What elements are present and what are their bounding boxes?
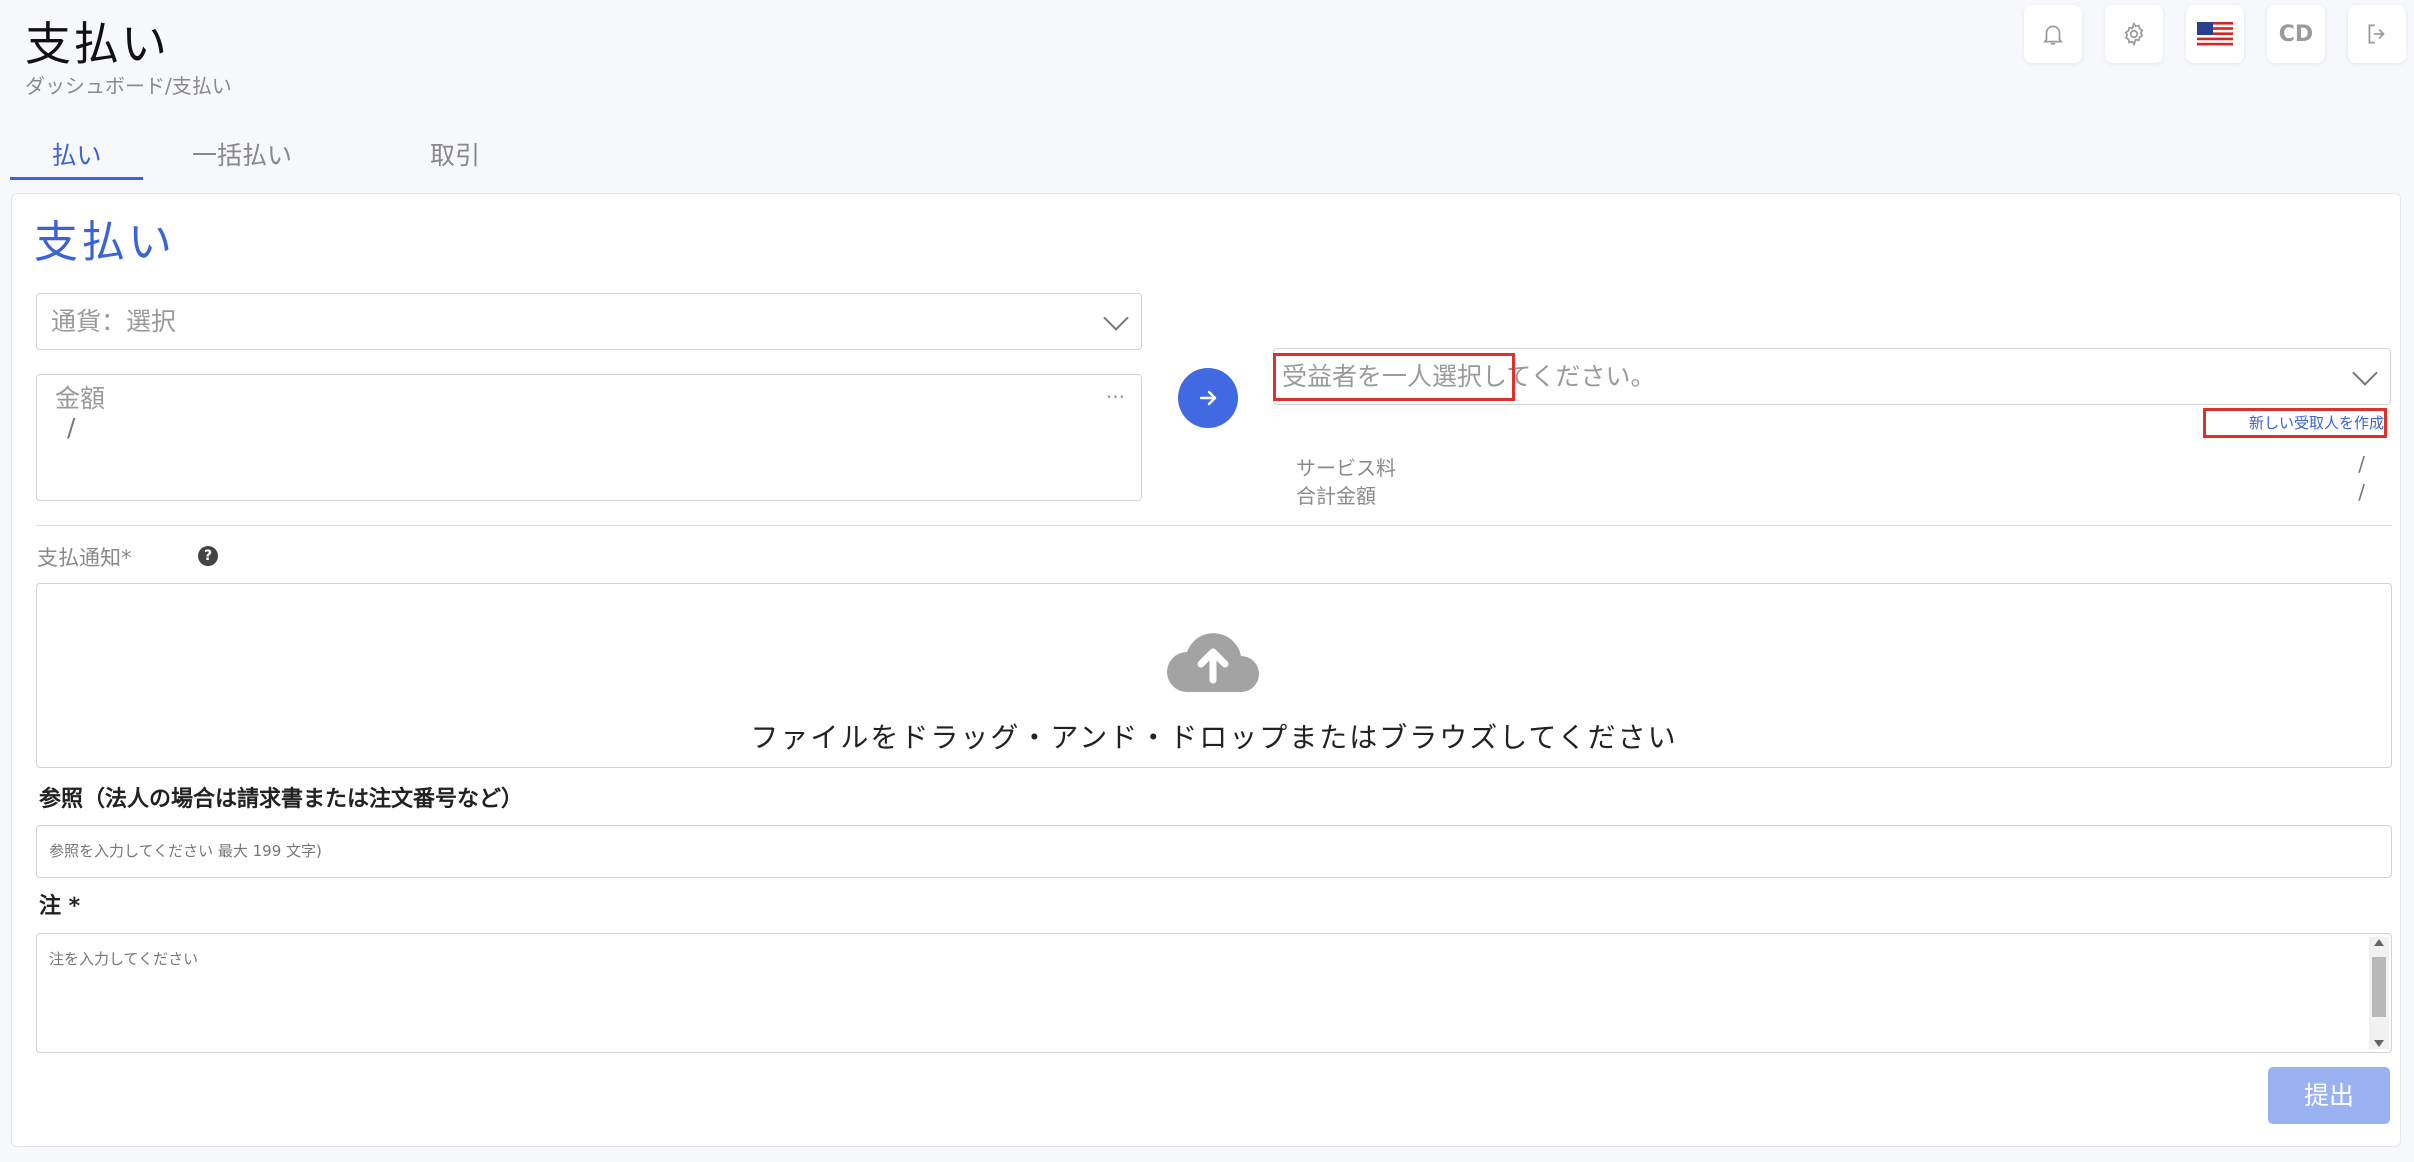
us-flag-icon — [2197, 22, 2233, 46]
page-title: 支払い — [25, 17, 169, 71]
scroll-up-icon[interactable] — [2374, 939, 2384, 946]
scroll-down-icon[interactable] — [2374, 1040, 2384, 1047]
tab-payment[interactable]: 払い — [10, 132, 143, 180]
dropzone-text: ファイルをドラッグ・アンド・ドロップまたはブラウズしてください — [750, 721, 1678, 754]
notification-button[interactable] — [2024, 5, 2082, 63]
note-label: 注 * — [39, 894, 81, 919]
note-placeholder: 注を入力してください — [49, 950, 199, 968]
amount-menu-icon[interactable]: ... — [1106, 379, 1125, 403]
cloud-upload-icon — [1167, 633, 1259, 692]
payment-notice-label: 支払通知* — [37, 546, 132, 570]
reference-label: 参照（法人の場合は請求書または注文番号など） — [39, 787, 524, 812]
payment-card: 支払い 通貨：選択 金額 / ... 受益者を一人選択してください。 新しい受取… — [11, 193, 2401, 1147]
scroll-thumb[interactable] — [2372, 957, 2386, 1017]
chevron-down-icon — [2352, 359, 2378, 386]
note-textarea[interactable]: 注を入力してください — [36, 933, 2392, 1053]
bell-icon — [2043, 25, 2063, 45]
currency-placeholder: 通貨：選択 — [51, 307, 177, 336]
highlight-box-beneficiary — [1273, 353, 1515, 401]
top-actions: CD — [2024, 5, 2406, 63]
reference-input[interactable]: 参照を入力してください 最大 199 文字) — [36, 825, 2392, 878]
file-dropzone[interactable]: ファイルをドラッグ・アンド・ドロップまたはブラウズしてください — [36, 583, 2392, 768]
arrow-button[interactable] — [1178, 368, 1238, 428]
amount-label: 金額 — [55, 384, 106, 413]
service-fee-label: サービス料 — [1296, 456, 1396, 480]
breadcrumb[interactable]: ダッシュボード/支払い — [25, 70, 232, 99]
logout-button[interactable] — [2348, 5, 2406, 63]
language-button[interactable] — [2186, 5, 2244, 63]
arrow-right-icon — [1199, 390, 1217, 406]
total-label: 合計金額 — [1296, 484, 1376, 508]
tab-transactions[interactable]: 取引 — [400, 132, 510, 180]
question-icon[interactable]: ? — [198, 546, 218, 566]
user-avatar[interactable]: CD — [2267, 5, 2325, 63]
divider — [36, 525, 2392, 526]
chevron-down-icon — [1103, 304, 1129, 331]
logout-icon — [2368, 24, 2385, 44]
highlight-box-new-recipient — [2203, 408, 2387, 438]
service-fee-value: / — [2358, 452, 2365, 476]
settings-button[interactable] — [2105, 5, 2163, 63]
amount-input[interactable]: 金額 / ... — [36, 374, 1142, 501]
gear-icon — [2124, 21, 2144, 47]
form-title: 支払い — [34, 217, 175, 268]
amount-value: / — [67, 413, 76, 442]
scrollbar[interactable] — [2369, 937, 2389, 1049]
tab-bulk-payment[interactable]: 一括払い — [162, 132, 322, 180]
currency-select[interactable]: 通貨：選択 — [36, 293, 1142, 350]
submit-button[interactable]: 提出 — [2268, 1067, 2390, 1124]
total-value: / — [2358, 480, 2365, 504]
